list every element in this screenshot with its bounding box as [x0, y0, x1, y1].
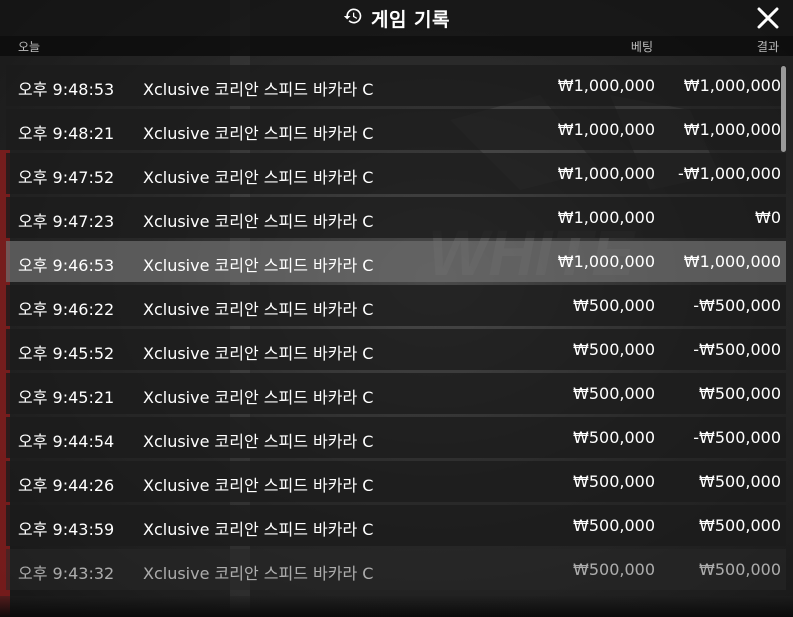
row-time: 오후 9:44:26 — [18, 476, 115, 495]
row-result: ₩500,000 — [699, 472, 781, 491]
row-bet: ₩1,000,000 — [557, 208, 655, 227]
row-game: Xclusive 코리안 스피드 바카라 C — [143, 300, 374, 319]
row-game: Xclusive 코리안 스피드 바카라 C — [143, 124, 374, 143]
row-result: ₩500,000 — [699, 384, 781, 403]
row-time: 오후 9:48:21 — [18, 124, 115, 143]
close-icon — [757, 7, 779, 29]
row-result: -₩1,000,000 — [677, 164, 781, 183]
row-bet: ₩500,000 — [573, 384, 655, 403]
history-row[interactable]: 오후 9:43:59 Xclusive 코리안 스피드 바카라 C ₩500,0… — [6, 505, 786, 546]
row-time: 오후 9:45:21 — [18, 388, 115, 407]
history-row[interactable]: 오후 9:48:53 Xclusive 코리안 스피드 바카라 C ₩1,000… — [6, 65, 786, 106]
row-bet: ₩500,000 — [573, 428, 655, 447]
history-row[interactable]: 오후 9:44:54 Xclusive 코리안 스피드 바카라 C ₩500,0… — [6, 417, 786, 458]
row-game: Xclusive 코리안 스피드 바카라 C — [143, 212, 374, 231]
close-button[interactable] — [755, 5, 781, 31]
history-row[interactable]: 오후 9:48:21 Xclusive 코리안 스피드 바카라 C ₩1,000… — [6, 109, 786, 150]
history-icon — [343, 6, 363, 30]
row-bet: ₩500,000 — [573, 516, 655, 535]
row-game: Xclusive 코리안 스피드 바카라 C — [143, 520, 374, 539]
row-time: 오후 9:46:22 — [18, 300, 115, 319]
row-bet: ₩500,000 — [573, 296, 655, 315]
history-row[interactable]: 오후 9:45:21 Xclusive 코리안 스피드 바카라 C ₩500,0… — [6, 373, 786, 414]
row-game: Xclusive 코리안 스피드 바카라 C — [143, 344, 374, 363]
row-time: 오후 9:47:52 — [18, 168, 115, 187]
row-time: 오후 9:46:53 — [18, 256, 115, 275]
row-bet: ₩1,000,000 — [557, 76, 655, 95]
date-label: 오늘 — [18, 40, 41, 54]
row-game: Xclusive 코리안 스피드 바카라 C — [143, 168, 374, 187]
row-time: 오후 9:47:23 — [18, 212, 115, 231]
row-result: ₩1,000,000 — [683, 76, 781, 95]
scrollbar-thumb[interactable] — [781, 66, 786, 152]
result-column-header: 결과 — [756, 40, 779, 54]
row-time: 오후 9:43:59 — [18, 520, 115, 539]
row-result: ₩1,000,000 — [683, 120, 781, 139]
history-row[interactable]: 오후 9:46:22 Xclusive 코리안 스피드 바카라 C ₩500,0… — [6, 285, 786, 326]
bottom-fade — [0, 596, 793, 617]
history-row[interactable]: 오후 9:44:26 Xclusive 코리안 스피드 바카라 C ₩500,0… — [6, 461, 786, 502]
row-bet: ₩500,000 — [573, 472, 655, 491]
row-game: Xclusive 코리안 스피드 바카라 C — [143, 388, 374, 407]
row-bet: ₩1,000,000 — [557, 252, 655, 271]
row-game: Xclusive 코리안 스피드 바카라 C — [143, 432, 374, 451]
history-row[interactable]: 오후 9:43:32 Xclusive 코리안 스피드 바카라 C ₩500,0… — [6, 549, 786, 590]
row-result: -₩500,000 — [693, 296, 781, 315]
row-game: Xclusive 코리안 스피드 바카라 C — [143, 476, 374, 495]
row-result: ₩500,000 — [699, 516, 781, 535]
row-time: 오후 9:43:32 — [18, 564, 115, 583]
row-bet: ₩500,000 — [573, 340, 655, 359]
row-bet: ₩500,000 — [573, 560, 655, 579]
row-time: 오후 9:44:54 — [18, 432, 115, 451]
bet-column-header: 베팅 — [630, 40, 653, 54]
row-result: ₩0 — [755, 208, 781, 227]
column-header: 오늘 베팅 결과 — [0, 36, 793, 56]
game-history-header: 게임 기록 — [0, 0, 793, 36]
page-title: 게임 기록 — [370, 8, 451, 31]
history-list: 오후 9:48:53 Xclusive 코리안 스피드 바카라 C ₩1,000… — [6, 65, 786, 593]
row-result: -₩500,000 — [693, 340, 781, 359]
row-bet: ₩1,000,000 — [557, 164, 655, 183]
row-time: 오후 9:45:52 — [18, 344, 115, 363]
history-row[interactable]: 오후 9:45:52 Xclusive 코리안 스피드 바카라 C ₩500,0… — [6, 329, 786, 370]
row-time: 오후 9:48:53 — [18, 80, 115, 99]
row-game: Xclusive 코리안 스피드 바카라 C — [143, 80, 374, 99]
history-row-highlighted[interactable]: 오후 9:46:53 Xclusive 코리안 스피드 바카라 C ₩1,000… — [6, 241, 786, 282]
history-row[interactable]: 오후 9:47:23 Xclusive 코리안 스피드 바카라 C ₩1,000… — [6, 197, 786, 238]
history-row[interactable]: 오후 9:47:52 Xclusive 코리안 스피드 바카라 C ₩1,000… — [6, 153, 786, 194]
row-result: -₩500,000 — [693, 428, 781, 447]
title-group: 게임 기록 — [343, 5, 450, 32]
row-game: Xclusive 코리안 스피드 바카라 C — [143, 256, 374, 275]
row-bet: ₩1,000,000 — [557, 120, 655, 139]
row-result: ₩1,000,000 — [683, 252, 781, 271]
row-result: ₩500,000 — [699, 560, 781, 579]
row-game: Xclusive 코리안 스피드 바카라 C — [143, 564, 374, 583]
